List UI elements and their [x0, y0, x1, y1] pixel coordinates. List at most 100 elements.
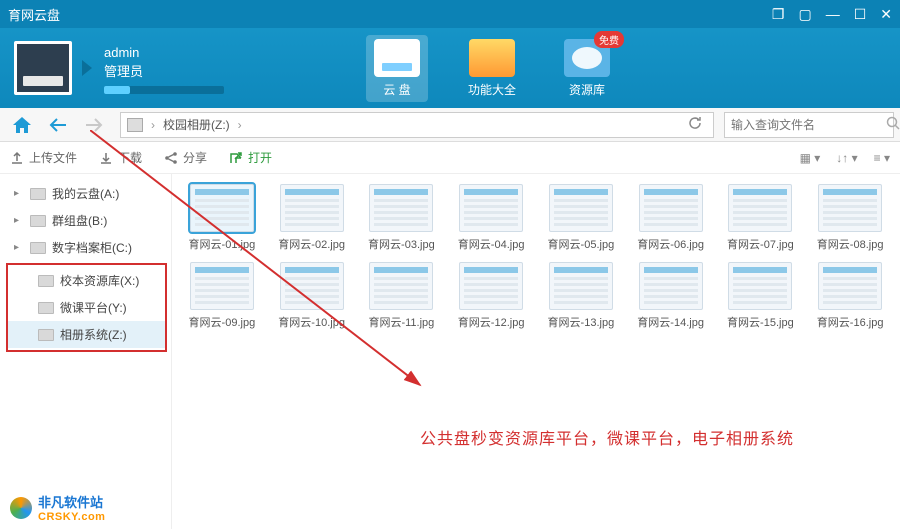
file-thumbnail: [190, 262, 254, 310]
file-item[interactable]: 育网云-01.jpg: [180, 184, 264, 252]
top-tab-tools[interactable]: 功能大全: [460, 35, 524, 102]
view-mode-button[interactable]: ▦ ▾: [800, 151, 821, 165]
file-thumbnail: [818, 262, 882, 310]
open-button[interactable]: 打开: [229, 149, 272, 166]
file-item[interactable]: 育网云-09.jpg: [180, 262, 264, 330]
sidebar-item[interactable]: ▸我的云盘(A:): [0, 180, 171, 207]
storage-progress: [104, 86, 224, 94]
sidebar-item[interactable]: 微课平台(Y:): [8, 294, 165, 321]
file-item[interactable]: 育网云-10.jpg: [270, 262, 354, 330]
file-thumbnail: [549, 262, 613, 310]
sidebar-item[interactable]: ▸数字档案柜(C:): [0, 234, 171, 261]
file-thumbnail: [639, 262, 703, 310]
file-name: 育网云-09.jpg: [189, 314, 256, 330]
home-button[interactable]: [6, 112, 38, 138]
res-icon: 免费: [564, 39, 610, 77]
file-item[interactable]: 育网云-16.jpg: [808, 262, 892, 330]
file-item[interactable]: 育网云-04.jpg: [449, 184, 533, 252]
search-icon[interactable]: [886, 116, 900, 133]
sidebar-item-label: 微课平台(Y:): [60, 299, 127, 316]
search-input[interactable]: [731, 118, 886, 132]
upload-icon: [10, 151, 24, 165]
sidebar-item[interactable]: ▸群组盘(B:): [0, 207, 171, 234]
top-tab-label: 资源库: [569, 81, 605, 98]
window-minimize-icon[interactable]: —: [826, 6, 840, 22]
file-item[interactable]: 育网云-15.jpg: [719, 262, 803, 330]
file-item[interactable]: 育网云-14.jpg: [629, 262, 713, 330]
share-button[interactable]: 分享: [164, 149, 207, 166]
file-thumbnail: [280, 184, 344, 232]
drive-icon: [30, 188, 46, 200]
download-button[interactable]: 下载: [99, 149, 142, 166]
file-thumbnail: [728, 262, 792, 310]
disk-icon: [374, 39, 420, 77]
top-tab-disk[interactable]: 云 盘: [366, 35, 428, 102]
titlebar: 育网云盘 ❐ ▢ — ☐ ✕: [0, 0, 900, 28]
file-thumbnail: [190, 184, 254, 232]
top-tab-res[interactable]: 免费资源库: [556, 35, 618, 102]
window-close-icon[interactable]: ✕: [880, 6, 892, 23]
drive-icon: [30, 215, 46, 227]
file-name: 育网云-06.jpg: [637, 236, 704, 252]
file-name: 育网云-14.jpg: [637, 314, 704, 330]
window-tile-icon[interactable]: ❐: [772, 6, 785, 23]
drive-icon: [38, 275, 54, 287]
file-item[interactable]: 育网云-12.jpg: [449, 262, 533, 330]
sidebar-item-label: 数字档案柜(C:): [52, 239, 132, 256]
watermark-cn: 非凡软件站: [38, 492, 105, 511]
download-label: 下载: [118, 149, 142, 166]
main: ▸我的云盘(A:)▸群组盘(B:)▸数字档案柜(C:) 校本资源库(X:)微课平…: [0, 174, 900, 529]
file-thumbnail: [459, 262, 523, 310]
breadcrumb-path: 校园相册(Z:): [163, 116, 230, 133]
file-name: 育网云-02.jpg: [278, 236, 345, 252]
file-thumbnail: [369, 184, 433, 232]
file-item[interactable]: 育网云-08.jpg: [808, 184, 892, 252]
file-item[interactable]: 育网云-07.jpg: [719, 184, 803, 252]
list-options-button[interactable]: ≡ ▾: [874, 151, 890, 165]
file-name: 育网云-10.jpg: [278, 314, 345, 330]
download-icon: [99, 151, 113, 165]
refresh-icon: [687, 115, 703, 131]
caret-icon: ▸: [14, 188, 24, 199]
breadcrumb[interactable]: › 校园相册(Z:) ›: [120, 112, 714, 138]
share-icon: [164, 151, 178, 165]
file-thumbnail: [639, 184, 703, 232]
header: admin 管理员 云 盘功能大全免费资源库: [0, 28, 900, 108]
sidebar-item[interactable]: 校本资源库(X:): [8, 267, 165, 294]
window-maximize-icon[interactable]: ☐: [854, 6, 867, 23]
user-block: admin 管理员: [104, 43, 224, 94]
forward-button[interactable]: [78, 112, 110, 138]
watermark-logo-icon: [10, 497, 32, 519]
drive-icon: [38, 329, 54, 341]
file-item[interactable]: 育网云-02.jpg: [270, 184, 354, 252]
file-item[interactable]: 育网云-06.jpg: [629, 184, 713, 252]
file-name: 育网云-13.jpg: [548, 314, 615, 330]
file-item[interactable]: 育网云-11.jpg: [360, 262, 444, 330]
file-thumbnail: [369, 262, 433, 310]
window-restore-icon[interactable]: ▢: [798, 6, 811, 23]
toolbar: 上传文件 下载 分享 打开 ▦ ▾ ↓↑ ▾ ≡ ▾: [0, 142, 900, 174]
file-name: 育网云-12.jpg: [458, 314, 525, 330]
file-name: 育网云-03.jpg: [368, 236, 435, 252]
user-name: admin: [104, 43, 224, 63]
file-thumbnail: [728, 184, 792, 232]
drive-badge-icon: [14, 41, 72, 95]
open-label: 打开: [248, 149, 272, 166]
refresh-button[interactable]: [687, 115, 703, 134]
back-button[interactable]: [42, 112, 74, 138]
file-name: 育网云-11.jpg: [368, 314, 434, 330]
search-box[interactable]: [724, 112, 894, 138]
file-item[interactable]: 育网云-13.jpg: [539, 262, 623, 330]
top-tab-label: 云 盘: [383, 81, 410, 98]
navbar: › 校园相册(Z:) ›: [0, 108, 900, 142]
file-item[interactable]: 育网云-05.jpg: [539, 184, 623, 252]
sort-button[interactable]: ↓↑ ▾: [836, 151, 857, 165]
file-name: 育网云-16.jpg: [817, 314, 884, 330]
upload-button[interactable]: 上传文件: [10, 149, 77, 166]
arrow-left-icon: [49, 118, 67, 132]
sidebar-item[interactable]: 相册系统(Z:): [8, 321, 165, 348]
breadcrumb-sep: ›: [151, 118, 155, 132]
tools-icon: [469, 39, 515, 77]
file-item[interactable]: 育网云-03.jpg: [360, 184, 444, 252]
arrow-right-icon: [85, 118, 103, 132]
